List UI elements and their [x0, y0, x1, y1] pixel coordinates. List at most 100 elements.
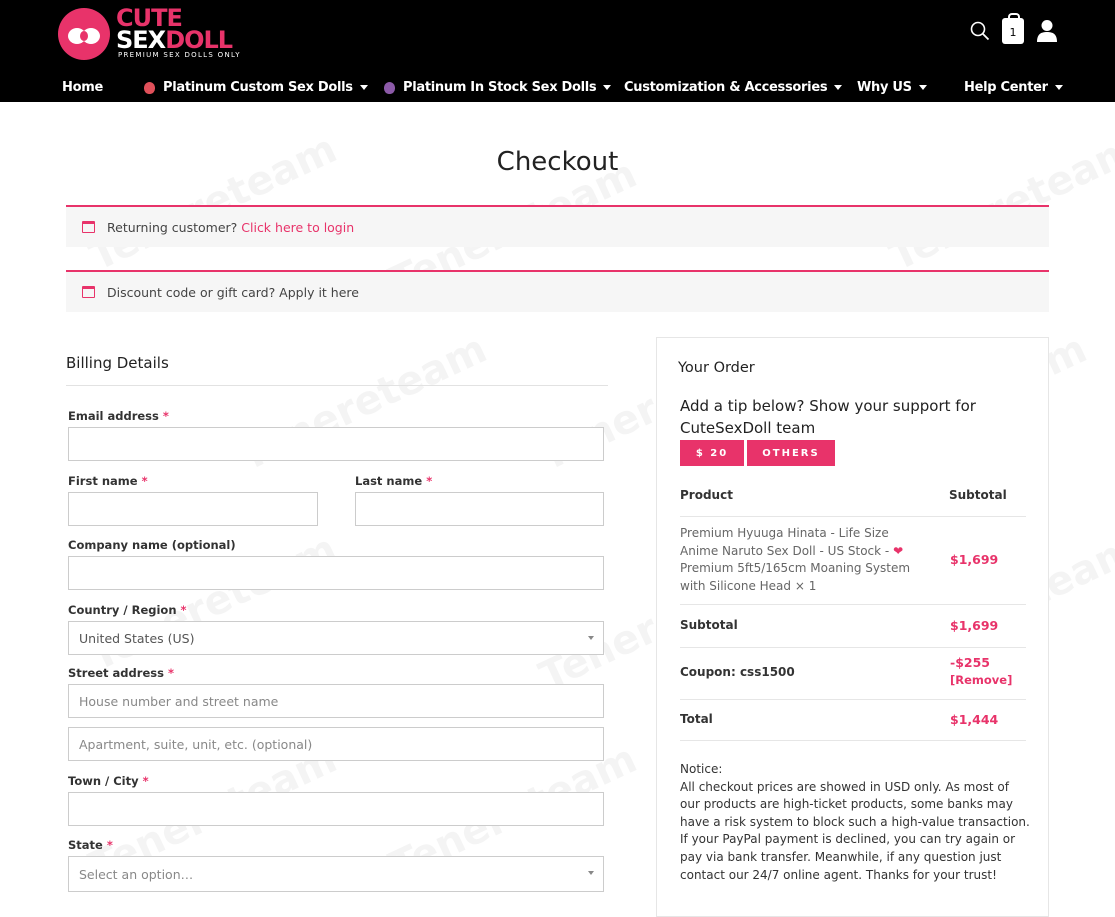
remove-coupon-link[interactable]: [Remove] — [950, 673, 1012, 687]
nav-item-custom-dolls[interactable]: Platinum Custom Sex Dolls — [144, 80, 368, 95]
discount-text[interactable]: Discount code or gift card? Apply it her… — [107, 285, 359, 300]
divider — [680, 740, 1026, 741]
field-label-text: Street address — [68, 666, 164, 680]
tip-prompt: Add a tip below? Show your support for C… — [680, 397, 976, 437]
window-icon — [82, 286, 95, 298]
total-value: $1,444 — [950, 712, 999, 727]
subtotal-value: $1,699 — [950, 618, 999, 633]
nav-item-help-center[interactable]: Help Center — [964, 80, 1063, 95]
logo-word-doll: DOLL — [165, 26, 233, 54]
street-label: Street address * — [68, 666, 174, 680]
divider — [680, 647, 1026, 648]
nav-item-in-stock-dolls[interactable]: Platinum In Stock Sex Dolls — [384, 80, 612, 95]
field-label-text: Town / City — [68, 774, 139, 788]
strawberry-icon — [144, 81, 155, 94]
subtotal-column-header: Subtotal — [949, 488, 1007, 502]
nav-item-customization[interactable]: Customization & Accessories — [624, 80, 843, 95]
country-select[interactable]: United States (US) — [68, 621, 604, 655]
email-label: Email address * — [68, 409, 169, 423]
state-placeholder: Select an option… — [79, 866, 194, 882]
required-mark: * — [426, 474, 433, 488]
search-icon[interactable] — [970, 21, 990, 41]
discount-notice[interactable]: Discount code or gift card? Apply it her… — [66, 270, 1049, 312]
returning-customer-notice: Returning customer? Click here to login — [66, 205, 1049, 247]
chevron-down-icon — [603, 85, 612, 90]
field-label-text: State — [68, 838, 103, 852]
apartment-field[interactable]: Apartment, suite, unit, etc. (optional) — [68, 727, 604, 761]
first-name-field[interactable] — [68, 492, 318, 526]
nav-label: Why US — [857, 80, 912, 95]
field-label-text: Email address — [68, 409, 159, 423]
chevron-down-icon — [834, 85, 843, 90]
site-logo[interactable]: CUTE SEXDOLL PREMIUM SEX DOLLS ONLY — [58, 6, 268, 62]
required-mark: * — [162, 409, 169, 423]
last-name-field[interactable] — [355, 492, 604, 526]
nav-label: Home — [62, 80, 103, 95]
divider — [680, 604, 1026, 605]
logo-word-sexdoll: SEXDOLL — [116, 26, 233, 54]
nav-label: Platinum Custom Sex Dolls — [163, 80, 353, 95]
required-mark: * — [106, 838, 113, 852]
subtotal-label: Subtotal — [680, 618, 738, 632]
nav-item-home[interactable]: Home — [62, 80, 103, 95]
coupon-value: -$255 — [950, 655, 990, 670]
chevron-down-icon — [588, 636, 594, 640]
chevron-down-icon — [918, 85, 927, 90]
cart-icon[interactable]: 1 — [1002, 13, 1024, 44]
nav-label: Help Center — [964, 80, 1048, 95]
product-price: $1,699 — [950, 552, 999, 567]
required-mark: * — [142, 774, 149, 788]
chevron-down-icon — [359, 85, 368, 90]
chevron-down-icon — [1054, 85, 1063, 90]
logo-tagline: PREMIUM SEX DOLLS ONLY — [118, 51, 241, 59]
order-title: Your Order — [678, 360, 755, 376]
last-name-label: Last name * — [355, 474, 432, 488]
country-value: United States (US) — [79, 630, 195, 646]
city-label: Town / City * — [68, 774, 149, 788]
page-title: Checkout — [496, 147, 619, 177]
product-quantity: × 1 — [794, 578, 817, 593]
tip-20-button[interactable]: $ 20 — [680, 440, 744, 466]
nav-label: Platinum In Stock Sex Dolls — [403, 80, 597, 95]
divider — [66, 385, 608, 386]
state-label: State * — [68, 838, 113, 852]
country-label: Country / Region * — [68, 603, 187, 617]
required-mark: * — [167, 666, 174, 680]
logo-badge — [58, 8, 110, 60]
first-name-label: First name * — [68, 474, 148, 488]
tip-others-button[interactable]: OTHERS — [747, 440, 835, 466]
site-header: CUTE SEXDOLL PREMIUM SEX DOLLS ONLY 1 Ho… — [0, 0, 1115, 102]
divider — [680, 699, 1026, 700]
user-icon[interactable] — [1036, 19, 1058, 43]
company-field[interactable] — [68, 556, 604, 590]
city-field[interactable] — [68, 792, 604, 826]
nav-item-why-us[interactable]: Why US — [857, 80, 927, 95]
window-icon — [82, 221, 95, 233]
coupon-label: Coupon: css1500 — [680, 665, 795, 679]
field-label-text: First name — [68, 474, 138, 488]
field-label-text: Last name — [355, 474, 423, 488]
required-mark: * — [141, 474, 148, 488]
lips-icon — [68, 28, 100, 44]
required-mark: * — [180, 603, 187, 617]
product-name: Premium Hyuuga Hinata - Life Size Anime … — [680, 525, 920, 595]
grapes-icon — [384, 81, 395, 94]
logo-word-sex: SEX — [116, 26, 166, 54]
street-address-field[interactable]: House number and street name — [68, 684, 604, 718]
product-name-part: Premium Hyuuga Hinata - Life Size Anime … — [680, 526, 890, 558]
checkout-notice: Notice: All checkout prices are showed i… — [680, 762, 1030, 882]
total-label: Total — [680, 712, 713, 726]
product-column-header: Product — [680, 488, 733, 502]
chevron-down-icon — [588, 871, 594, 875]
order-summary: Your Order Add a tip below? Show your su… — [656, 337, 1049, 917]
state-select[interactable]: Select an option… — [68, 856, 604, 892]
company-label: Company name (optional) — [68, 538, 236, 552]
login-link[interactable]: Click here to login — [241, 220, 354, 235]
billing-title: Billing Details — [66, 354, 169, 372]
heart-icon: ❤ — [893, 543, 904, 558]
cart-count: 1 — [1009, 26, 1017, 39]
main-nav: Home Platinum Custom Sex Dolls Platinum … — [0, 76, 1115, 100]
email-field[interactable] — [68, 427, 604, 461]
nav-label: Customization & Accessories — [624, 80, 828, 95]
returning-customer-text: Returning customer? — [107, 219, 238, 235]
